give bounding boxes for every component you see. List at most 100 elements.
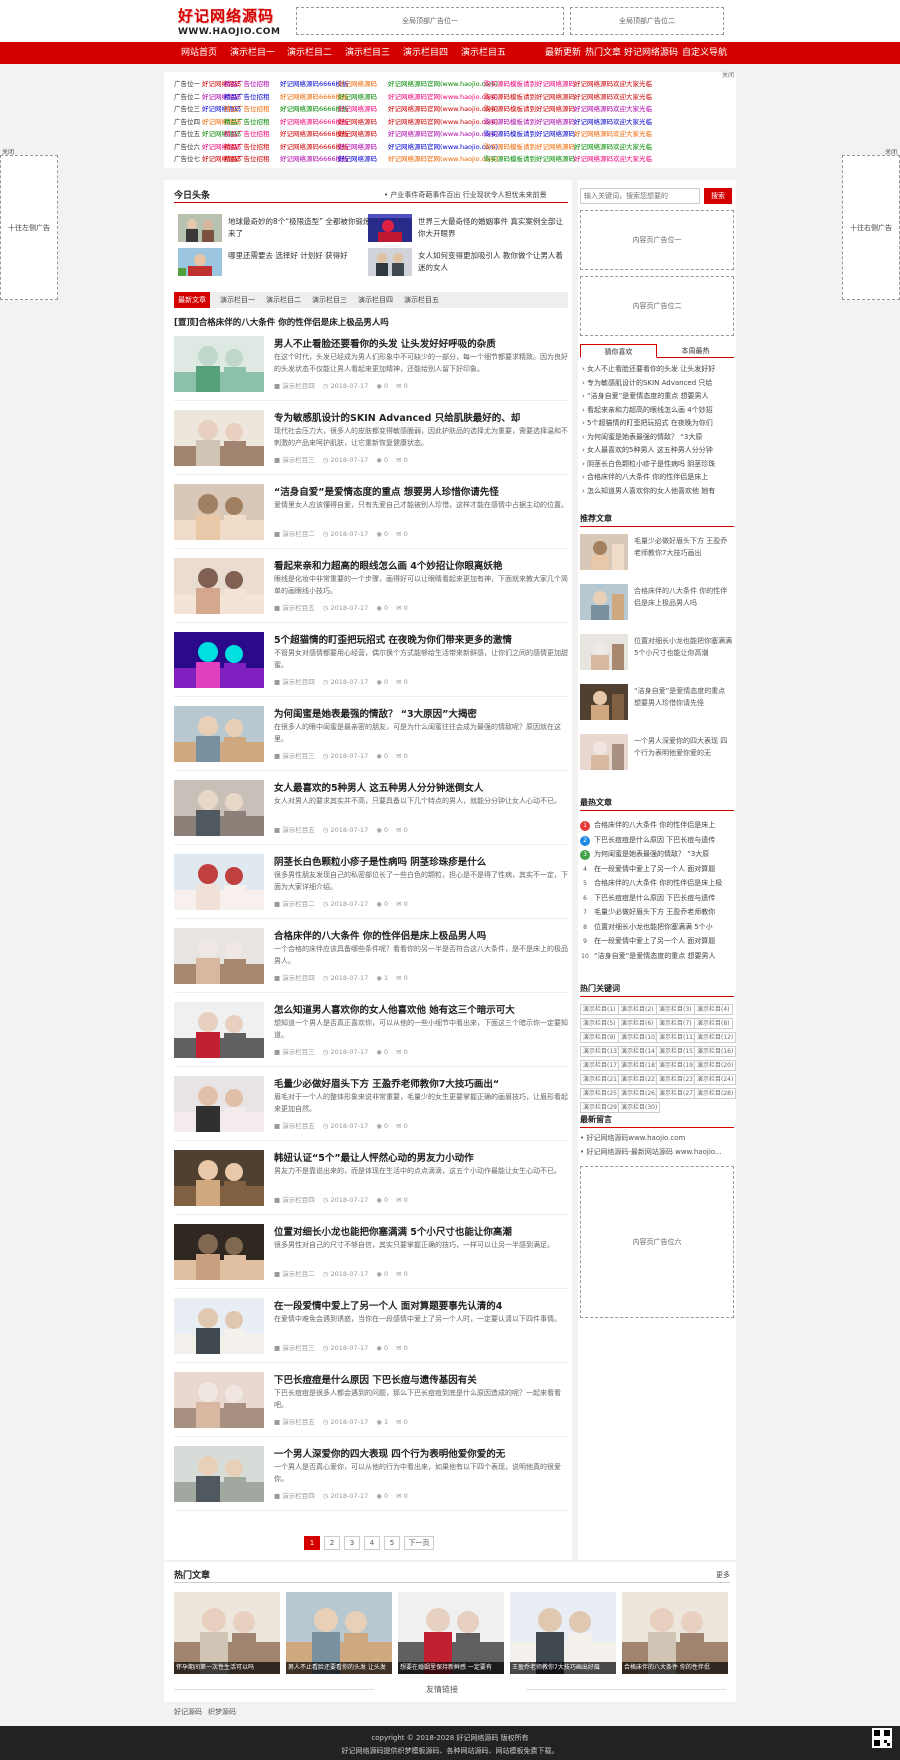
tab-col2[interactable]: 演示栏目二: [262, 292, 305, 308]
ad-link[interactable]: 精品广告位招租: [224, 78, 270, 88]
nav-item-home[interactable]: 网站首页: [181, 42, 217, 64]
article-item[interactable]: 怎么知道男人喜欢你的女人他喜欢他 她有这三个暗示可大 想知道一个男人是否真正喜欢你…: [174, 1002, 568, 1072]
article-thumbnail[interactable]: [174, 1076, 264, 1132]
tab-col1[interactable]: 演示栏目一: [216, 292, 259, 308]
ad-link[interactable]: 好记网络源码官网(www.haojio.com): [388, 103, 498, 113]
article-item[interactable]: 专为敏感肌设计的SKIN Advanced 只给肌肤最好的、却 现代社会压力大，很…: [174, 410, 568, 480]
tab-weekly-hot[interactable]: 本周最热: [657, 344, 734, 358]
bottom-hot-item[interactable]: 想要在婚姻里保持新鲜感 一定要有: [398, 1592, 504, 1674]
sidebar-list-item[interactable]: › 5个超猫情的盯歪把玩招式 在夜晚为你们: [582, 418, 732, 428]
article-item[interactable]: 毛量少必做好眉头下方 王盈乔老师教你7大技巧画出“ 眉毛对于一个人的整体形象来说非…: [174, 1076, 568, 1146]
hottest-item[interactable]: 6 下巴长痘痘是什么原因 下巴长痘与遗传: [580, 893, 734, 905]
ad-link[interactable]: 好记网络源码官网(www.haojio.com): [388, 91, 498, 101]
article-item[interactable]: 5个超猫情的盯歪把玩招式 在夜晚为你们带来更多的激情 不管男女对感情都要用心经营，…: [174, 632, 568, 702]
nav-item-brand[interactable]: 好记网络源码: [624, 42, 678, 64]
headline-item[interactable]: 地球最奇妙的8个“极限造型” 全都被你锻炼出来了: [178, 214, 378, 244]
recommended-thumb[interactable]: [580, 734, 628, 770]
ad-link[interactable]: 购买源码模板请到好记网络源码: [484, 103, 575, 113]
headline-item[interactable]: 女人如何变得更加吸引人 教你做个让男人着迷的女人: [368, 248, 568, 278]
article-thumbnail[interactable]: [174, 484, 264, 540]
article-thumbnail[interactable]: [174, 780, 264, 836]
page-1[interactable]: 1: [304, 1536, 320, 1550]
search-button[interactable]: 搜索: [704, 188, 732, 204]
sidebar-ad-2[interactable]: 内容页广告位二: [580, 276, 734, 336]
page-5[interactable]: 5: [384, 1536, 400, 1550]
article-item[interactable]: 看起来亲和力超高的眼线怎么画 4个妙招让你眼离妖艳 眼线是化妆中非常重要的一个步骤…: [174, 558, 568, 628]
ad-link[interactable]: 好记网络源码欢迎大家光临: [574, 128, 652, 138]
keyword-tag[interactable]: 演示栏目(20): [694, 1060, 737, 1071]
nav-item-col4[interactable]: 演示栏目四: [403, 42, 448, 64]
header-ad-1[interactable]: 全局顶部广告位一: [296, 7, 564, 35]
hottest-item[interactable]: 10 “洁身自爱”是爱情态度的重点 想要男人: [580, 951, 734, 963]
article-thumbnail[interactable]: [174, 1002, 264, 1058]
keyword-tag[interactable]: 演示栏目(3): [656, 1004, 695, 1015]
ad-link[interactable]: 好记网络源码官网(www.haojio.com): [388, 141, 498, 151]
keyword-tag[interactable]: 演示栏目(14): [618, 1046, 661, 1057]
bottom-hot-item[interactable]: 男人不止看脸还要看你的头发 让头发: [286, 1592, 392, 1674]
keyword-tag[interactable]: 演示栏目(19): [656, 1060, 699, 1071]
article-title[interactable]: 合格床伴的八大条件 你的性伴侣是床上极品男人吗: [274, 928, 568, 942]
qr-code-icon[interactable]: [872, 1728, 892, 1748]
ad-link[interactable]: 好记网络源码: [338, 103, 377, 113]
right-float-ad[interactable]: 十往右侧广告: [842, 155, 900, 300]
sidebar-list-item[interactable]: › 专为敏感肌设计的SKIN Advanced 只给: [582, 378, 732, 388]
hottest-item[interactable]: 9 在一段爱情中爱上了另一个人 面对算题: [580, 936, 734, 948]
bottom-hot-item[interactable]: 合格床伴的八大条件 你的性伴侣: [622, 1592, 728, 1674]
article-category[interactable]: ■ 演示栏目五: [274, 1122, 315, 1130]
ad-link[interactable]: 购买源码模板请到好记网络源码: [484, 141, 575, 151]
nav-item-col1[interactable]: 演示栏目一: [230, 42, 275, 64]
article-category[interactable]: ■ 演示栏目四: [274, 1492, 315, 1500]
article-item[interactable]: 阴茎长白色颗粒小疹子是性病吗 阴茎珍珠疹是什么 很多男性朋友发现自己的私密部位长了…: [174, 854, 568, 924]
keyword-tag[interactable]: 演示栏目(21): [580, 1074, 623, 1085]
ad-link[interactable]: 购买源码模板请到好记网络源码: [484, 116, 575, 126]
hottest-item[interactable]: 1 合格床伴的八大条件 你的性伴侣是床上: [580, 820, 734, 832]
headline-item[interactable]: 哪里还需要去 选择好 计划好 获得好: [178, 248, 378, 278]
keyword-tag[interactable]: 演示栏目(29): [580, 1102, 623, 1113]
article-title[interactable]: 韩妞认证“5个”最让人怦然心动的男友力小动作: [274, 1150, 568, 1164]
ad-link[interactable]: 好记网络源码欢迎大家光临: [574, 141, 652, 151]
article-thumbnail[interactable]: [174, 1372, 264, 1428]
article-category[interactable]: ■ 演示栏目四: [274, 678, 315, 686]
article-title[interactable]: “洁身自爱”是爱情态度的重点 想要男人珍惜你请先怪: [274, 484, 568, 498]
recommended-item[interactable]: 毛量少必做好眉头下方 王盈乔老师教你7大技巧画出: [580, 534, 734, 574]
ad-link[interactable]: 好记网络源码: [338, 91, 377, 101]
ad-link[interactable]: 好记网络源码官网(www.haojio.com): [388, 128, 498, 138]
article-item[interactable]: 位置对细长小龙也能把你塞满满 5个小尺寸也能让你高潮 很多男性对自己的尺寸不够自信…: [174, 1224, 568, 1294]
nav-item-latest[interactable]: 最新更新: [545, 42, 581, 64]
ad-link[interactable]: 好记网络源码: [338, 128, 377, 138]
article-thumbnail[interactable]: [174, 558, 264, 614]
left-float-ad[interactable]: 十往左侧广告: [0, 155, 58, 300]
ad-link[interactable]: 精品广告位招租: [224, 103, 270, 113]
recommended-thumb[interactable]: [580, 584, 628, 620]
friend-link[interactable]: 织梦源码: [208, 1707, 236, 1717]
site-logo[interactable]: 好记网络源码 WWW.HAOJIO.COM: [178, 5, 280, 37]
keyword-tag[interactable]: 演示栏目(6): [618, 1018, 657, 1029]
ad-link[interactable]: 购买源码模板请到好记网络源码: [484, 153, 575, 163]
article-item[interactable]: 韩妞认证“5个”最让人怦然心动的男友力小动作 男友力不是靠说出来的，而是体现在生活…: [174, 1150, 568, 1220]
article-thumbnail[interactable]: [174, 1298, 264, 1354]
links-panel-close[interactable]: 关闭: [722, 70, 734, 79]
nav-item-hot[interactable]: 热门文章: [585, 42, 621, 64]
keyword-tag[interactable]: 演示栏目(24): [694, 1074, 737, 1085]
keyword-tag[interactable]: 演示栏目(18): [618, 1060, 661, 1071]
sidebar-list-item[interactable]: › 怎么知道男人喜欢你的女人他喜欢他 她有: [582, 486, 732, 496]
article-category[interactable]: ■ 演示栏目三: [274, 1048, 315, 1056]
nav-item-col3[interactable]: 演示栏目三: [345, 42, 390, 64]
page-3[interactable]: 3: [344, 1536, 360, 1550]
ad-link[interactable]: 购买源码模板请到好记网络源码: [484, 78, 575, 88]
article-thumbnail[interactable]: [174, 1150, 264, 1206]
ad-link[interactable]: 精品广告位招租: [224, 141, 270, 151]
friend-link[interactable]: 好记源码: [174, 1707, 202, 1717]
keyword-tag[interactable]: 演示栏目(27): [656, 1088, 699, 1099]
article-thumbnail[interactable]: [174, 928, 264, 984]
article-item[interactable]: 女人最喜欢的5种男人 这五种男人分分钟迷倒女人 女人对男人的要求其实并不高，只要具…: [174, 780, 568, 850]
hottest-item[interactable]: 5 合格床伴的八大条件 你的性伴侣是床上极: [580, 878, 734, 890]
article-category[interactable]: ■ 演示栏目四: [274, 382, 315, 390]
article-title[interactable]: 在一段爱情中爱上了另一个人 面对算题要事先认清的4: [274, 1298, 568, 1312]
article-title[interactable]: 男人不止看脸还要看你的头发 让头发好好呼吸的杂质: [274, 336, 568, 350]
keyword-tag[interactable]: 演示栏目(28): [694, 1088, 737, 1099]
recommended-item[interactable]: 合格床伴的八大条件 你的性伴侣是床上极品男人吗: [580, 584, 734, 624]
ad-link[interactable]: 好记网络源码官网(www.haojio.com): [388, 78, 498, 88]
page-2[interactable]: 2: [324, 1536, 340, 1550]
keyword-tag[interactable]: 演示栏目(17): [580, 1060, 623, 1071]
